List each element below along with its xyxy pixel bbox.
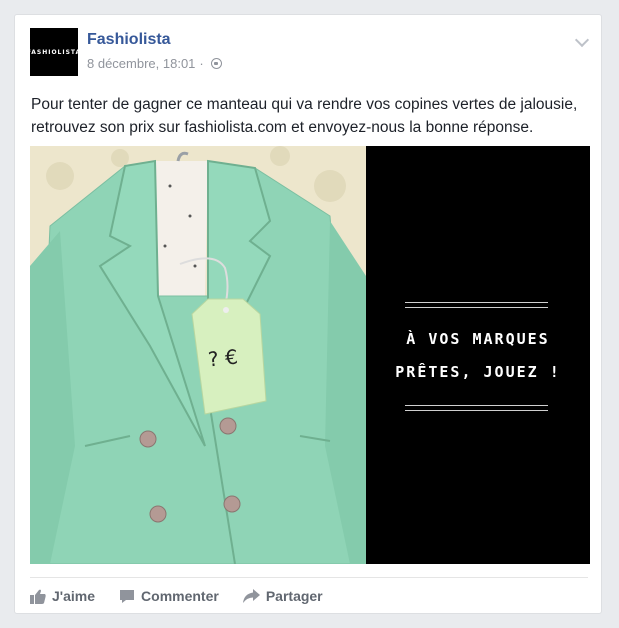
post-card: FASHIOLISTA Fashiolista 8 décembre, 18:0… [14,14,602,614]
comment-label: Commenter [141,588,219,604]
coat-illustration [30,146,366,564]
actions-divider [30,577,588,578]
promo-line-2: PRÊTES, JOUEZ ! [395,363,561,381]
price-tag-text: ? € [206,344,239,372]
post-image[interactable]: ? € À VOS MARQUES PRÊTES, JOUEZ ! [30,146,590,564]
post-timestamp[interactable]: 8 décembre, 18:01 [87,56,195,71]
chevron-down-icon[interactable] [574,32,590,48]
like-label: J'aime [52,588,96,604]
share-button[interactable]: Partager [242,588,323,604]
post-actions: J'aime Commenter Partager [30,583,347,609]
meta-separator: · [199,56,204,71]
page-name-link[interactable]: Fashiolista [87,31,171,49]
promo-divider-top [405,302,548,308]
thumbs-up-icon [30,589,46,604]
comment-icon [120,589,135,603]
promo-divider-bottom [405,405,548,411]
coat-photo: ? € [30,146,366,564]
avatar-logo-text: FASHIOLISTA [26,48,82,56]
globe-icon[interactable] [210,58,222,69]
promo-panel: À VOS MARQUES PRÊTES, JOUEZ ! [366,146,590,564]
like-button[interactable]: J'aime [30,588,95,604]
post-text: Pour tenter de gagner ce manteau qui va … [31,96,578,136]
post-meta: 8 décembre, 18:01 · [87,56,222,71]
avatar[interactable]: FASHIOLISTA [26,28,82,76]
share-arrow-icon [242,589,260,603]
promo-line-1: À VOS MARQUES [406,330,550,348]
share-label: Partager [265,588,323,604]
comment-button[interactable]: Commenter [119,588,219,604]
